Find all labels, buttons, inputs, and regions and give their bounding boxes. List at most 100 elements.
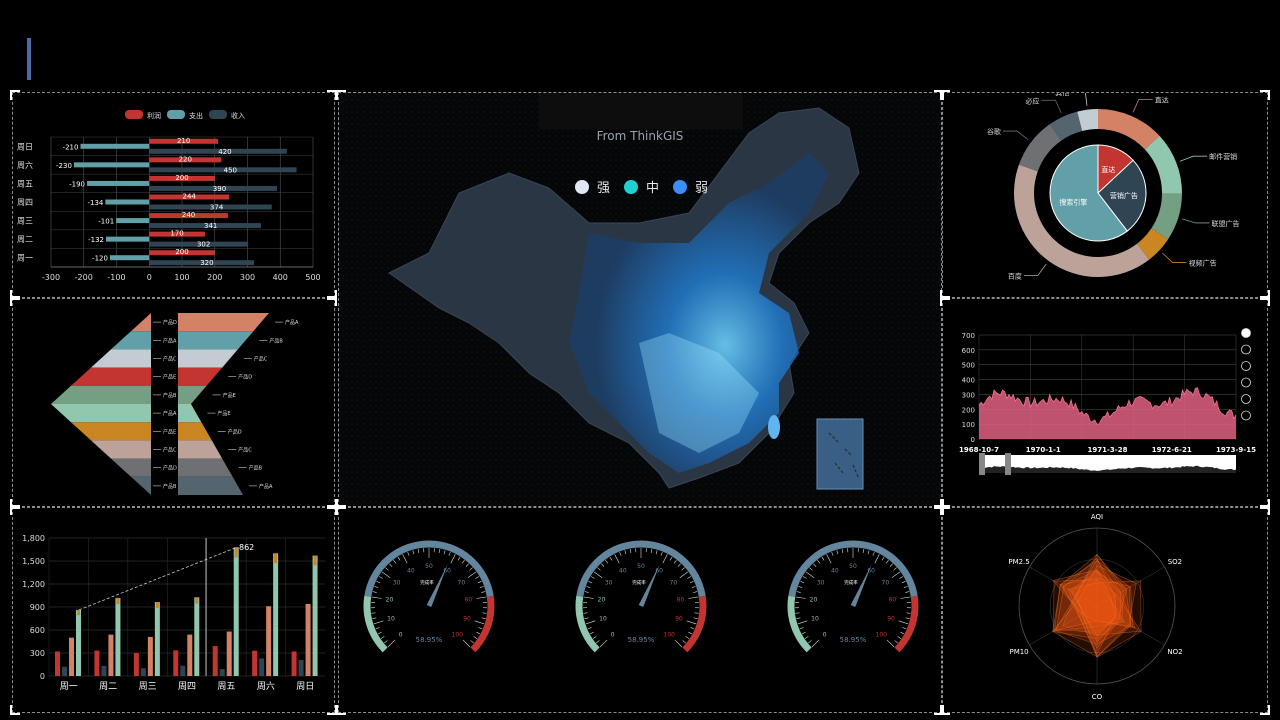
- gauge-tick: [462, 639, 471, 648]
- gauge-tick: [481, 591, 486, 593]
- series-toggle[interactable]: [1241, 410, 1251, 421]
- gauge-tick-label: 0: [611, 631, 615, 638]
- gauge-tick-label: 40: [407, 567, 415, 574]
- funnel-right-label: 产品D: [228, 428, 242, 435]
- funnel-right-segment: [178, 331, 254, 350]
- x-tick-label: 1971-3-28: [1088, 446, 1128, 454]
- y-tick-label: 300: [962, 391, 975, 399]
- radar-indicator-label: SO2: [1168, 558, 1182, 566]
- funnel-right-segment: [178, 476, 243, 495]
- gauge-tick: [378, 576, 383, 579]
- pie-outer-label: 百度: [1008, 271, 1022, 280]
- gauge-tick: [599, 639, 608, 648]
- funnel-right-label: 产品C: [238, 447, 252, 454]
- column-bar: [133, 652, 139, 676]
- x-tick-label: 100: [174, 273, 189, 282]
- x-tick-label: -100: [107, 273, 125, 282]
- pie-outer-label: 必应: [1025, 96, 1039, 105]
- gauge-tick: [682, 640, 686, 644]
- gauge-tick-label: 30: [605, 579, 613, 586]
- legend-strong[interactable]: 强: [575, 177, 610, 196]
- gauge-tick: [800, 581, 805, 584]
- zoom-handle-right[interactable]: [1005, 453, 1011, 475]
- gauge-value: 58.95%: [416, 636, 443, 644]
- panel-nested-pie: 直达营销广告搜索引擎直达邮件营销联盟广告视频广告百度谷歌必应其他: [940, 88, 1270, 300]
- gauge-tick: [482, 612, 487, 614]
- x-tick-label: -200: [75, 273, 93, 282]
- y-tick-label: 周五: [17, 179, 33, 188]
- column-bar: [252, 650, 258, 676]
- funnel-right-segment: [178, 422, 212, 441]
- radar-indicator-label: PM10: [1009, 648, 1028, 656]
- series-toggle[interactable]: [1241, 344, 1251, 355]
- column-bar: [187, 634, 193, 676]
- gauge-tick: [809, 567, 813, 571]
- funnel-left-segment: [111, 458, 151, 477]
- legend-label: 支出: [189, 111, 203, 120]
- series-toggle[interactable]: [1241, 377, 1251, 388]
- column-bar: [76, 609, 81, 676]
- gauge-tick: [374, 586, 379, 588]
- expense-value: -190: [69, 180, 85, 188]
- gauge-tick-label: 20: [386, 597, 394, 604]
- gauge-tick: [384, 640, 388, 644]
- column-bar: [259, 658, 265, 676]
- gauge-tick: [796, 617, 801, 619]
- zoom-handle-left[interactable]: [979, 453, 985, 475]
- series-toggle[interactable]: [1241, 328, 1251, 338]
- gauge-tick: [688, 596, 699, 599]
- gauge-tick: [473, 636, 478, 639]
- gauge-tick-label: 80: [465, 597, 473, 604]
- x-tick-label: 1972-6-21: [1152, 446, 1192, 454]
- gauge-tick-label: 50: [425, 563, 433, 570]
- x-tick-label: 周五: [217, 681, 235, 692]
- funnel-left-segment: [71, 367, 151, 386]
- y-tick-label: 1,800: [22, 534, 45, 543]
- trend-annotation-label: 862: [239, 543, 254, 552]
- series-toggle[interactable]: [1241, 361, 1251, 371]
- funnel-right-label: 产品C: [254, 356, 268, 363]
- gauge-tick: [585, 620, 596, 625]
- gauge-tick: [693, 591, 698, 593]
- nested-pie-chart: 直达营销广告搜索引擎直达邮件营销联盟广告视频广告百度谷歌必应其他: [987, 88, 1240, 281]
- gauge-tick: [662, 554, 668, 564]
- pie-leader-line: [1162, 252, 1187, 263]
- gauge-tick: [660, 551, 663, 556]
- legend-weak[interactable]: 弱: [673, 177, 708, 196]
- gauge-tick: [831, 551, 834, 556]
- gauge-tick: [902, 627, 907, 630]
- funnel-right-label: 产品E: [223, 392, 236, 399]
- pie-outer-label: 谷歌: [987, 127, 1001, 136]
- gauge-tick: [874, 554, 880, 564]
- gauge-tick: [393, 559, 397, 564]
- pie-outer-label: 其他: [1055, 93, 1069, 97]
- column-bar: [101, 665, 107, 676]
- expense-bar: [105, 199, 150, 205]
- legend-medium[interactable]: 中: [624, 177, 659, 196]
- gauge-tick: [605, 559, 609, 564]
- title-accent-bar: [27, 38, 31, 80]
- y-tick-label: 700: [962, 332, 975, 340]
- legend-weak-label: 弱: [695, 181, 709, 196]
- gauge-tick: [811, 639, 820, 648]
- gauge-tick: [443, 550, 446, 555]
- gauge-tick-label: 100: [664, 631, 676, 638]
- gauge-tick: [402, 554, 408, 564]
- x-tick-label: 周六: [257, 680, 275, 692]
- y-tick-label: 900: [30, 603, 45, 612]
- radar-chart: AQI SO2 NO2 CO PM10 PM2.5: [1008, 513, 1182, 701]
- gauge-tick: [893, 567, 897, 571]
- gauge-tick-label: 90: [463, 615, 471, 622]
- gauge-tick: [583, 596, 594, 599]
- profit-value: 240: [182, 211, 195, 219]
- series-toggle[interactable]: [1241, 394, 1251, 404]
- funnel-left-label: 产品C: [163, 356, 177, 363]
- gauge-tick: [479, 586, 484, 588]
- profit-value: 210: [177, 137, 190, 145]
- expense-bar: [109, 255, 150, 261]
- gauge-tick: [583, 612, 588, 614]
- profit-value: 170: [170, 230, 183, 238]
- column-bar: [69, 637, 74, 676]
- pie-outer-label: 联盟广告: [1212, 219, 1240, 228]
- stacked-column-chart: 0 300 600 900 1,200 1,500 1,800 周一 周二 周三 周四 周五 周六 周日 8…: [22, 534, 325, 692]
